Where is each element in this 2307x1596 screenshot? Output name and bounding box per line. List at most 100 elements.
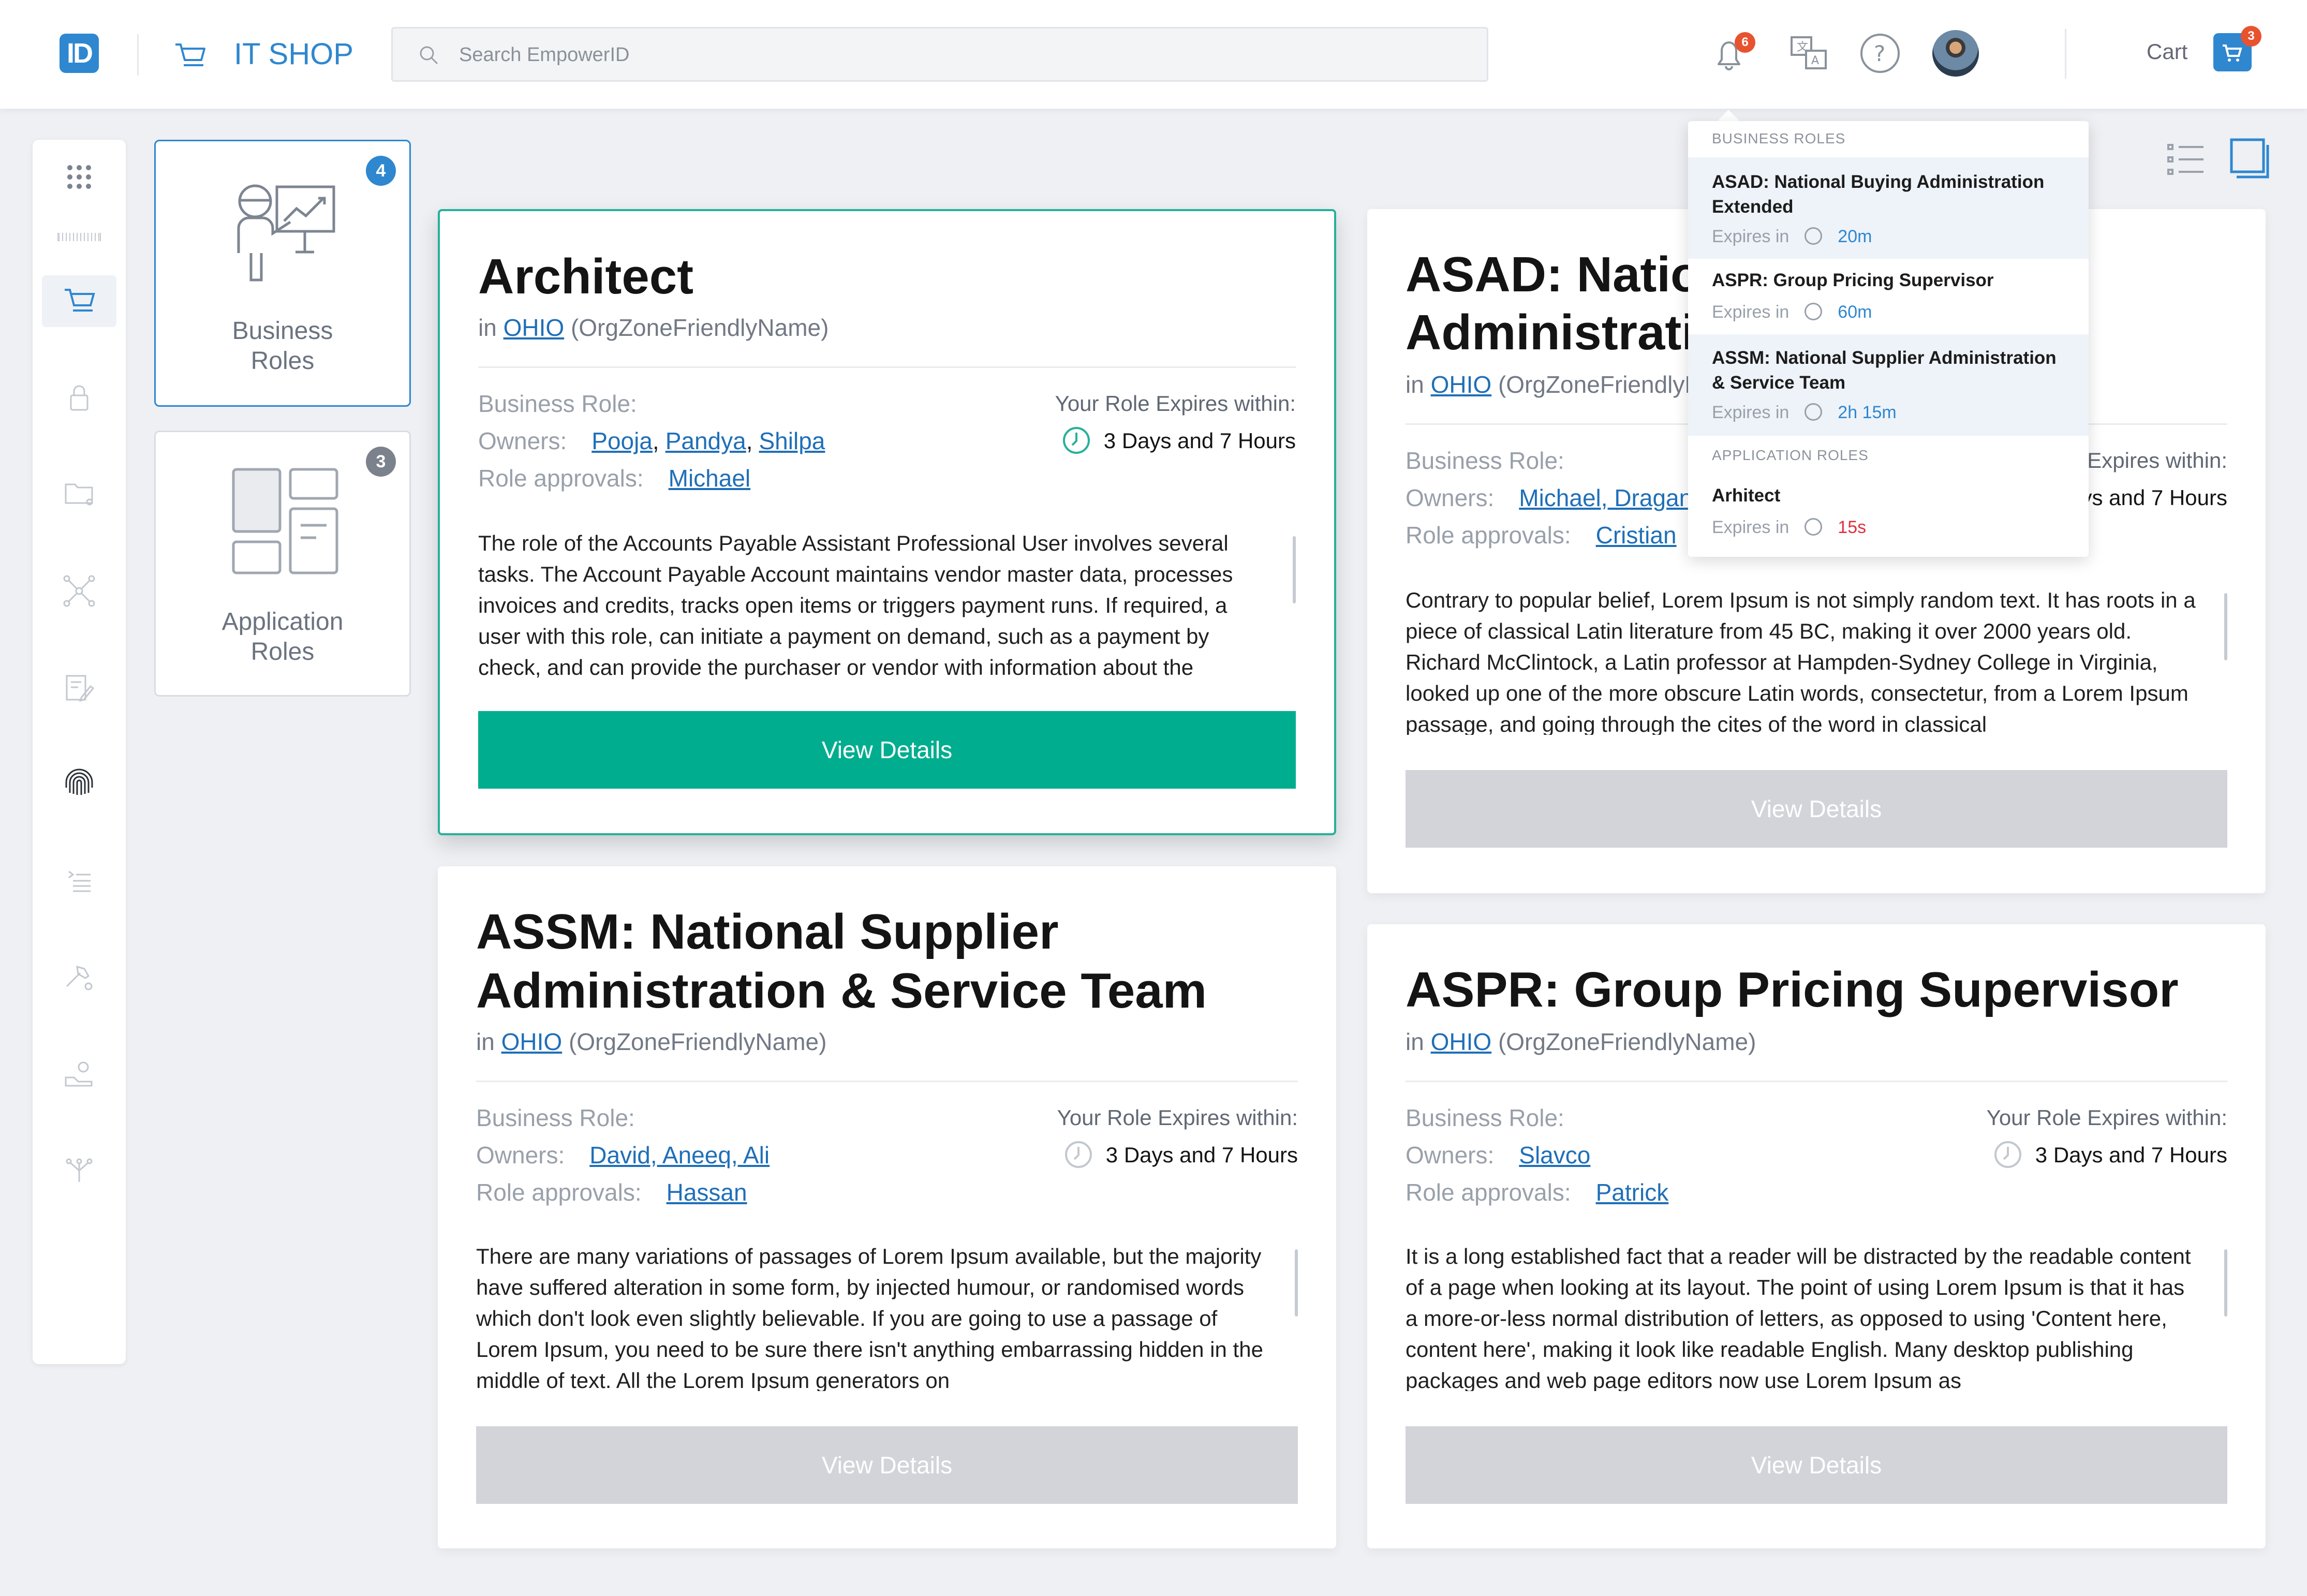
org-link[interactable]: OHIO — [504, 314, 565, 341]
approvals-row: Role approvals: Hassan — [476, 1174, 770, 1211]
translate-icon[interactable]: 文A — [1785, 30, 1832, 77]
role-card[interactable]: ASSM: National Supplier Administration &… — [438, 866, 1336, 1548]
scrollbar[interactable] — [1293, 536, 1296, 603]
card-org: in OHIO (OrgZoneFriendlyName) — [476, 1028, 826, 1056]
owner-link[interactable]: Pooja — [591, 427, 653, 454]
expiry-time: 15s — [1838, 518, 1867, 537]
notification-item[interactable]: ASSM: National Supplier Administration &… — [1688, 334, 2089, 436]
branch-icon[interactable] — [57, 1148, 101, 1191]
owners-row: Owners: Slavco — [1406, 1136, 1668, 1174]
list-indent-icon[interactable] — [57, 859, 101, 903]
card-org: in OHIO (OrgZoneFriendlyName) — [1406, 1028, 1756, 1056]
scrollbar[interactable] — [1295, 1249, 1298, 1317]
settings-upload-icon[interactable] — [57, 1052, 101, 1095]
owners-row: Owners: David, Aneeq, Ali — [476, 1136, 770, 1174]
notification-item[interactable]: ASAD: National Buying Administration Ext… — [1688, 157, 2089, 259]
expiry-row: Expires in 20m — [1712, 227, 1872, 247]
owner-link[interactable]: Slavco — [1519, 1142, 1590, 1169]
view-details-button[interactable]: View Details — [1406, 1426, 2227, 1504]
tile-label: Roles — [250, 638, 315, 666]
scrollbar[interactable] — [2224, 1249, 2227, 1317]
app-title[interactable]: IT SHOP — [234, 36, 353, 72]
shopping-cart-icon — [175, 43, 205, 66]
svg-text:A: A — [1811, 54, 1819, 67]
business-role-label: Business Role: — [1406, 1104, 1564, 1131]
approver-link[interactable]: Hassan — [667, 1179, 747, 1206]
role-meta: Business Role: Owners: Slavco Role approv… — [1406, 1099, 1668, 1211]
empowerid-logo[interactable]: ID — [60, 34, 99, 73]
tile-label: Roles — [250, 347, 315, 375]
header-divider — [2065, 29, 2066, 79]
card-title: Administration & Service Team — [476, 963, 1207, 1018]
owners-row: Owners: Pooja, Pandya, Shilpa — [478, 427, 825, 454]
list-view-icon[interactable] — [2166, 140, 2206, 179]
approver-link[interactable]: Michael — [669, 465, 751, 492]
help-icon[interactable]: ? — [1857, 30, 1903, 77]
in-label: in — [1406, 371, 1424, 398]
org-link[interactable]: OHIO — [1431, 1028, 1492, 1055]
expiry-time: 20m — [1838, 227, 1872, 246]
org-suffix: (OrgZoneFriendlyName) — [1498, 1028, 1756, 1055]
role-meta: Business Role: Owners: Michael, Dragan Ro… — [1406, 442, 1692, 554]
sidebar-resize-handle[interactable] — [57, 233, 101, 241]
grid-view-icon[interactable] — [2228, 138, 2270, 180]
folder-share-icon[interactable] — [57, 471, 101, 514]
card-description: It is a long established fact that a rea… — [1406, 1244, 2191, 1391]
business-role-label: Business Role: — [476, 1104, 635, 1131]
view-details-button[interactable]: View Details — [478, 711, 1296, 789]
approvals-row: Role approvals: Michael — [478, 460, 825, 497]
user-avatar[interactable] — [1932, 30, 1979, 77]
notifications-dropdown: BUSINESS ROLES ASAD: National Buying Adm… — [1688, 121, 2089, 557]
cart-label[interactable]: Cart — [2147, 39, 2187, 64]
edit-form-icon[interactable] — [57, 666, 101, 709]
clock-icon — [1062, 426, 1090, 454]
network-icon[interactable] — [57, 569, 101, 613]
search-input[interactable]: Search EmpowerID — [391, 27, 1488, 82]
org-link[interactable]: OHIO — [1431, 371, 1492, 398]
card-description: There are many variations of passages of… — [476, 1244, 1263, 1391]
clock-icon — [1064, 1141, 1092, 1168]
view-details-button[interactable]: View Details — [1406, 770, 2227, 848]
card-description: The role of the Accounts Payable Assista… — [478, 531, 1233, 679]
notification-item[interactable]: ASPR: Group Pricing Supervisor Expires i… — [1688, 259, 2089, 334]
presentation-icon — [237, 184, 335, 282]
notification-item[interactable]: Arhitect Expires in 15s — [1688, 475, 2089, 557]
expires-in-label: Expires in — [1712, 518, 1790, 537]
left-sidebar — [33, 140, 126, 1364]
cart-badge: 3 — [2241, 26, 2261, 47]
divider — [476, 1081, 1298, 1082]
owner-link[interactable]: Shilpa — [759, 427, 825, 454]
card-title: Architect — [478, 249, 694, 304]
owner-link[interactable]: Pandya — [666, 427, 746, 454]
org-link[interactable]: OHIO — [501, 1028, 563, 1055]
approvals-label: Role approvals: — [1406, 522, 1571, 549]
expires-in-label: Expires in — [1712, 403, 1790, 422]
role-card[interactable]: Architect in OHIO (OrgZoneFriendlyName) … — [438, 209, 1336, 835]
approver-link[interactable]: Patrick — [1596, 1179, 1669, 1206]
role-card[interactable]: ASPR: Group Pricing Supervisor in OHIO (… — [1367, 924, 2266, 1548]
role-meta: Business Role: Owners: David, Aneeq, Ali … — [476, 1099, 770, 1211]
scrollbar[interactable] — [2224, 593, 2227, 660]
owners-label: Owners: — [476, 1142, 565, 1169]
apps-grid-icon[interactable] — [57, 155, 101, 199]
expires-in-label: Expires in — [1712, 227, 1790, 246]
card-org: in OHIO (OrgZoneFriendlyName) — [478, 314, 829, 342]
application-roles-tile[interactable]: 3 Application Roles — [154, 431, 411, 697]
sidebar-item-itshop[interactable] — [42, 275, 116, 327]
app-layout-icon — [232, 468, 338, 574]
owner-link[interactable]: Michael, Dragan — [1519, 484, 1692, 511]
owners-label: Owners: — [1406, 484, 1495, 511]
view-details-button[interactable]: View Details — [476, 1426, 1298, 1504]
lock-icon[interactable] — [57, 376, 101, 419]
clock-icon — [1805, 518, 1823, 536]
in-label: in — [478, 314, 497, 341]
expiry: Your Role Expires within: 3 Days and 7 H… — [1055, 385, 1296, 460]
owners-row: Owners: Michael, Dragan — [1406, 479, 1692, 516]
notification-title: ASAD: National Buying Administration Ext… — [1712, 172, 2045, 217]
fingerprint-icon[interactable] — [57, 762, 101, 805]
owner-link[interactable]: David, Aneeq, Ali — [589, 1142, 770, 1169]
business-roles-tile[interactable]: 4 Business Roles — [154, 140, 411, 407]
approver-link[interactable]: Cristian — [1596, 522, 1677, 549]
org-suffix: (OrgZoneFriendlyName) — [568, 1028, 827, 1055]
tools-icon[interactable] — [57, 955, 101, 999]
